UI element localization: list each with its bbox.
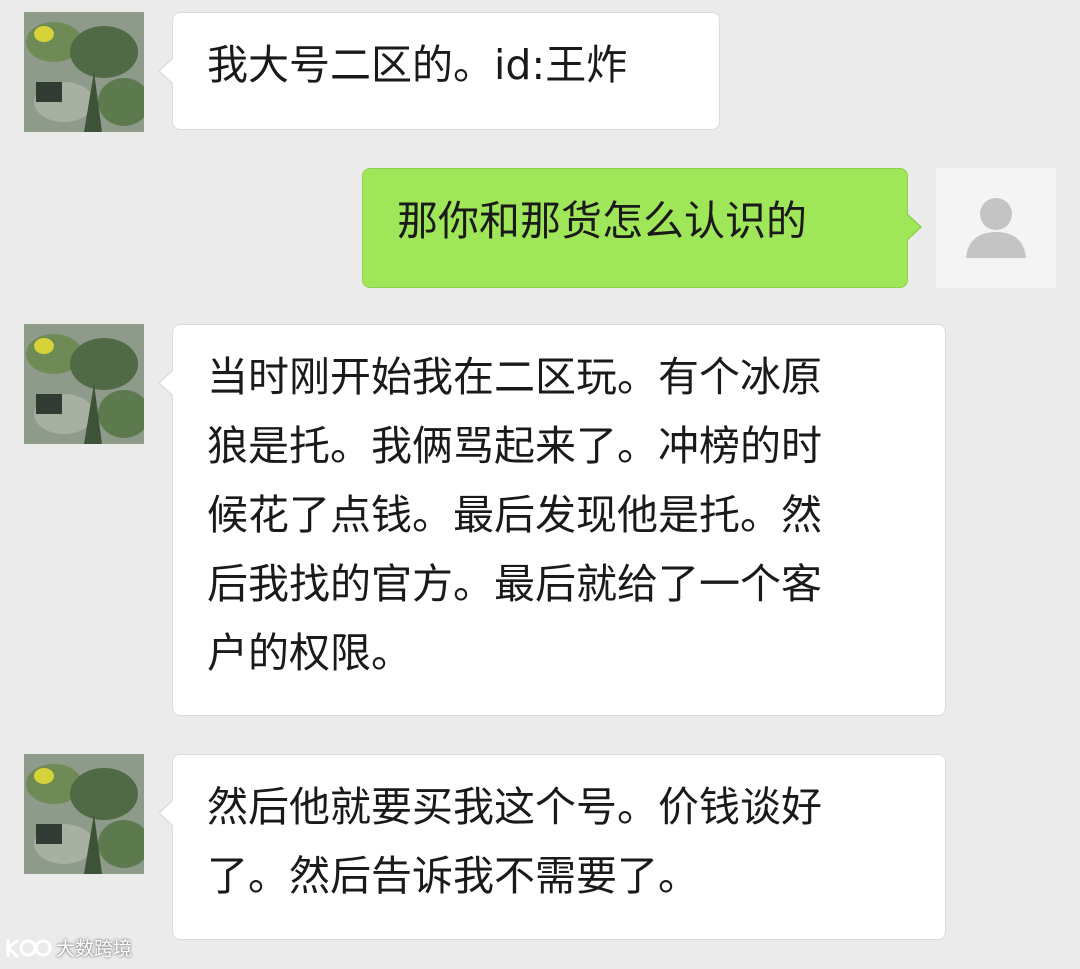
message-line: 后我找的官方。最后就给了一个客 <box>207 560 822 608</box>
plant-photo-avatar-icon <box>24 324 144 444</box>
message-text: 那你和那货怎么认识的 <box>397 197 807 245</box>
contact-avatar[interactable] <box>24 12 144 132</box>
incoming-message-bubble[interactable]: 我大号二区的。id:王炸 <box>158 12 720 130</box>
contact-avatar[interactable] <box>24 324 144 444</box>
incoming-message-bubble[interactable]: 当时刚开始我在二区玩。有个冰原 狼是托。我俩骂起来了。冲榜的时 候花了点钱。最后… <box>158 324 946 716</box>
message-line: 然后他就要买我这个号。价钱谈好 <box>207 783 822 831</box>
plant-photo-avatar-icon <box>24 754 144 874</box>
default-user-avatar-icon <box>936 168 1056 288</box>
watermark-text: 大数跨境 <box>56 938 133 960</box>
incoming-message-bubble[interactable]: 然后他就要买我这个号。价钱谈好 了。然后告诉我不需要了。 <box>158 754 946 940</box>
self-avatar[interactable] <box>936 168 1056 288</box>
message-line: 候花了点钱。最后发现他是托。然 <box>207 491 822 539</box>
message-line: 狼是托。我俩骂起来了。冲榜的时 <box>207 422 822 470</box>
watermark: 大数跨境 <box>4 934 132 961</box>
message-line: 户的权限。 <box>207 629 412 677</box>
message-text: 我大号二区的。id:王炸 <box>207 41 628 89</box>
contact-avatar[interactable] <box>24 754 144 874</box>
message-line: 了。然后告诉我不需要了。 <box>207 852 699 900</box>
plant-photo-avatar-icon <box>24 12 144 132</box>
message-line: 当时刚开始我在二区玩。有个冰原 <box>207 353 822 401</box>
outgoing-message-bubble[interactable]: 那你和那货怎么认识的 <box>362 168 922 288</box>
logo-icon <box>6 938 52 958</box>
